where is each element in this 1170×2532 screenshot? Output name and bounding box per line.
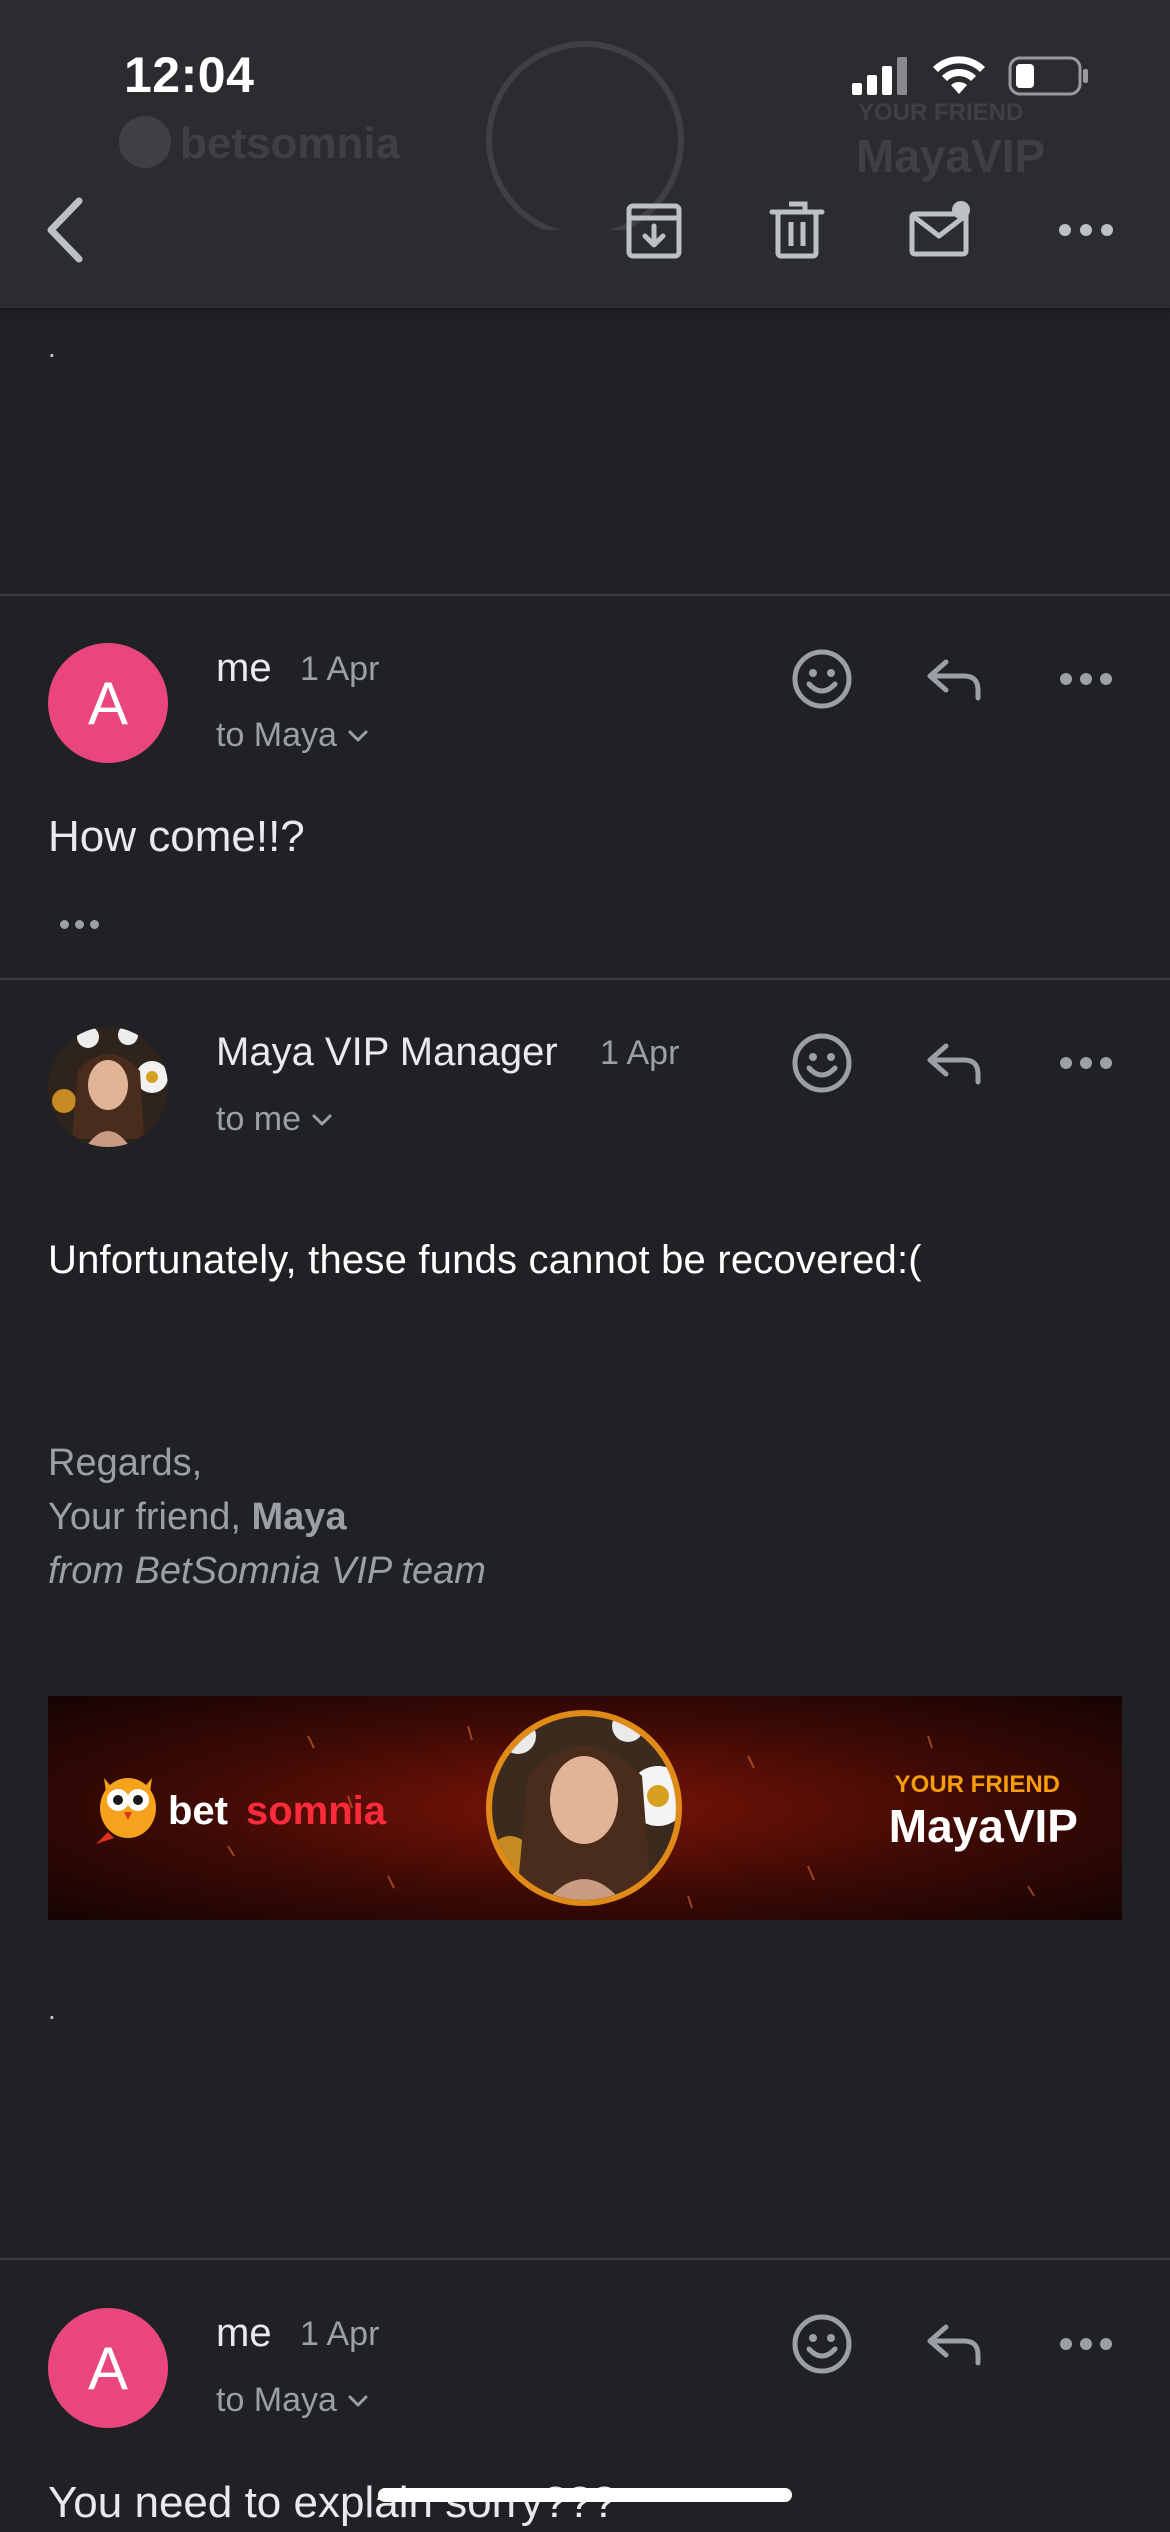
more-icon <box>1060 1057 1112 1069</box>
ghost-friend-text: YOUR FRIEND <box>858 99 1023 126</box>
reply-button[interactable] <box>914 639 994 719</box>
ellipsis-dot <box>59 919 69 929</box>
recipient-toggle[interactable]: to Maya <box>216 2381 369 2420</box>
more-icon <box>1060 673 1112 685</box>
message-date: 1 Apr <box>600 1034 680 1072</box>
back-arrow-icon <box>47 197 83 263</box>
battery-icon <box>1008 56 1088 96</box>
message-more-button[interactable] <box>1046 2304 1126 2384</box>
trash-icon <box>769 201 825 259</box>
banner-vip-label: MayaVIP <box>889 1800 1078 1852</box>
signature-friend-prefix: Your friend, <box>48 1496 241 1538</box>
recipient-toggle[interactable]: to Maya <box>216 716 369 755</box>
message-more-button[interactable] <box>1046 1023 1126 1103</box>
back-button[interactable] <box>26 190 106 270</box>
promo-banner-graphic: bet somnia YOUR FRIEND MayaVIP <box>48 1696 1122 1920</box>
ghost-vip-text: MayaVIP <box>856 130 1045 182</box>
archive-icon <box>626 203 682 259</box>
add-reaction-button[interactable] <box>782 639 862 719</box>
message-body: You need to explain sorry??? <box>48 2478 617 2527</box>
recipient-toggle[interactable]: to me <box>216 1100 333 1139</box>
message-date: 1 Apr <box>300 650 380 688</box>
message-trailing-text: . <box>48 1994 56 2025</box>
signature-regards: Regards, <box>48 1442 203 1484</box>
emoji-icon <box>792 2314 852 2374</box>
signature-team: from BetSomnia VIP team <box>48 1550 486 1592</box>
message-more-button[interactable] <box>1046 639 1126 719</box>
more-icon <box>1060 2338 1112 2350</box>
ellipsis-dot <box>89 919 99 929</box>
banner-brand-bet: bet <box>168 1789 228 1833</box>
top-app-bar: betsomnia YOUR FRIEND MayaVIP 12:04 <box>0 0 1170 308</box>
add-reaction-button[interactable] <box>782 1023 862 1103</box>
sender-name: Maya VIP Manager <box>216 1030 558 1074</box>
cellular-signal-icon <box>852 57 907 95</box>
signature-friend-line: Your friend, Maya <box>48 1490 486 1544</box>
recipient-label: to Maya <box>216 2381 337 2419</box>
show-trimmed-content-button[interactable] <box>48 909 110 939</box>
previous-message-trailing-text: . <box>48 332 56 363</box>
reply-button[interactable] <box>914 1023 994 1103</box>
signature-friend-name: Maya <box>251 1496 347 1538</box>
email-signature: Regards, Your friend, Maya from BetSomni… <box>48 1436 486 1598</box>
message-divider <box>0 978 1170 980</box>
email-thread-screen: betsomnia YOUR FRIEND MayaVIP 12:04 . A … <box>0 0 1170 2532</box>
sender-photo <box>48 1027 168 1147</box>
chevron-down-icon <box>348 730 368 741</box>
banner-brand-somnia: somnia <box>246 1789 387 1833</box>
add-reaction-button[interactable] <box>782 2304 862 2384</box>
chevron-down-icon <box>348 2395 368 2406</box>
archive-button[interactable] <box>614 190 694 270</box>
home-indicator[interactable] <box>378 2488 792 2502</box>
status-bar-time: 12:04 <box>124 47 255 103</box>
more-icon <box>1059 224 1113 236</box>
mark-unread-button[interactable] <box>901 190 981 270</box>
chevron-down-icon <box>312 1114 332 1125</box>
message-body: How come!!? <box>48 812 305 861</box>
sender-name: me <box>216 2311 272 2355</box>
reply-icon <box>927 659 981 701</box>
message-divider <box>0 2258 1170 2260</box>
avatar[interactable]: A <box>48 643 168 763</box>
reply-icon <box>927 2324 981 2366</box>
message-date: 1 Apr <box>300 2315 380 2353</box>
status-bar-icons <box>852 54 1090 98</box>
emoji-icon <box>792 1033 852 1093</box>
avatar[interactable] <box>48 1027 168 1147</box>
more-options-button[interactable] <box>1046 190 1126 270</box>
delete-button[interactable] <box>757 190 837 270</box>
promo-banner[interactable]: bet somnia YOUR FRIEND MayaVIP <box>48 1696 1122 1920</box>
sender-name: me <box>216 646 272 690</box>
avatar[interactable]: A <box>48 2308 168 2428</box>
reply-button[interactable] <box>914 2304 994 2384</box>
ghost-brand-text: betsomnia <box>180 119 401 168</box>
reply-icon <box>927 1043 981 1085</box>
message-divider <box>0 594 1170 596</box>
recipient-label: to me <box>216 1100 302 1138</box>
emoji-icon <box>792 649 852 709</box>
ellipsis-dot <box>74 919 84 929</box>
recipient-label: to Maya <box>216 716 337 754</box>
mark-unread-icon <box>909 201 970 257</box>
wifi-icon <box>933 56 985 94</box>
message-body: Unfortunately, these funds cannot be rec… <box>48 1238 922 1282</box>
banner-friend-label: YOUR FRIEND <box>895 1771 1060 1798</box>
